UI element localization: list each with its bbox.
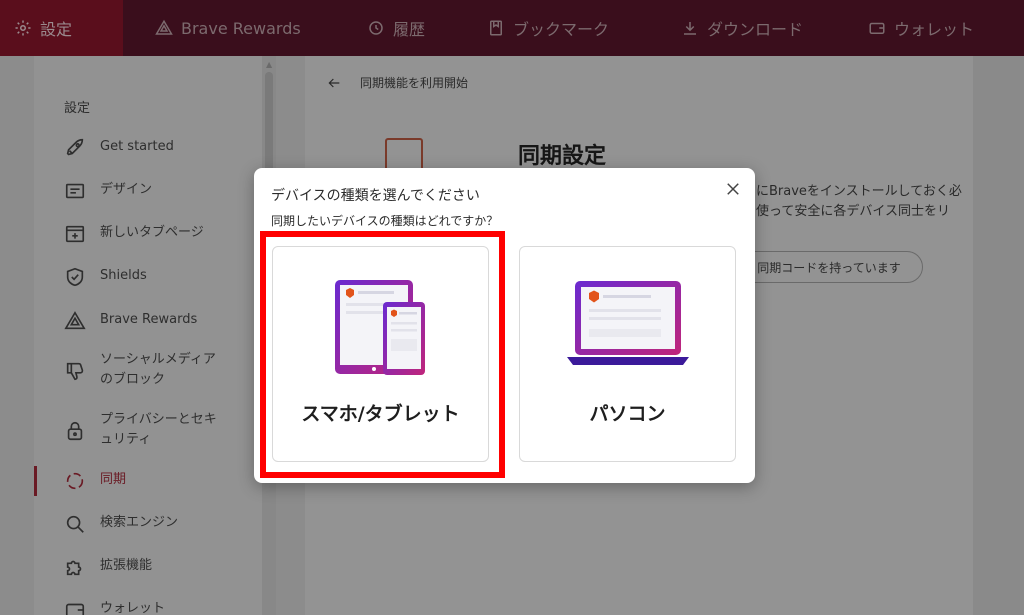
sidebar-title: 設定 bbox=[64, 101, 91, 116]
sync-description-line1: にBraveをインストールしておく必 bbox=[756, 184, 962, 199]
nav-downloads-label: ダウンロード bbox=[707, 20, 804, 39]
sidebar-item-social-blocking[interactable]: ソーシャルメディア のブロック bbox=[64, 350, 254, 390]
have-sync-code-button[interactable]: 同期コードを持っています bbox=[735, 251, 923, 283]
puzzle-icon bbox=[66, 560, 82, 576]
sidebar-item-shields[interactable]: Shields bbox=[64, 266, 254, 288]
back-row-label: 同期機能を利用開始 bbox=[360, 76, 469, 90]
back-arrow-icon[interactable] bbox=[326, 75, 342, 91]
sidebar-item-wallet[interactable]: ウォレット bbox=[64, 599, 254, 615]
thumbs-down-icon bbox=[66, 362, 84, 381]
laptop-icon bbox=[566, 281, 689, 365]
wallet-icon bbox=[869, 22, 885, 34]
gear-icon bbox=[15, 20, 31, 36]
sync-description-line2: 使って安全に各デバイス同士をリ bbox=[756, 204, 950, 219]
highlight-box bbox=[260, 231, 505, 478]
sidebar-item-privacy-security[interactable]: プライバシーとセキ ュリティ bbox=[64, 410, 254, 450]
sidebar-item-label: プライバシーとセキ ュリティ bbox=[100, 412, 217, 447]
sidebar-item-label: ウォレット bbox=[100, 601, 166, 615]
right-margin bbox=[973, 56, 1024, 615]
sidebar-item-label: 同期 bbox=[100, 472, 127, 487]
top-navigation: 設定 Brave Rewards 履歴 ブックマーク ダウンロード ウォレット bbox=[0, 0, 1024, 56]
sidebar-item-get-started[interactable]: Get started bbox=[64, 137, 254, 159]
sidebar-item-label: ソーシャルメディア のブロック bbox=[100, 352, 216, 387]
pc-option[interactable]: パソコン bbox=[519, 246, 736, 462]
download-icon bbox=[684, 22, 696, 35]
page-title: 同期設定 bbox=[518, 144, 607, 169]
sidebar-item-label: Get started bbox=[100, 139, 174, 154]
sidebar-item-sync[interactable]: 同期 bbox=[64, 470, 254, 492]
sidebar-item-label: Shields bbox=[100, 268, 147, 283]
dialog-title: デバイスの種類を選んでください bbox=[271, 188, 480, 204]
nav-history-label: 履歴 bbox=[393, 20, 426, 39]
nav-brave-rewards-label: Brave Rewards bbox=[181, 18, 301, 38]
sidebar-item-label: 拡張機能 bbox=[100, 558, 153, 573]
lock-icon bbox=[67, 421, 83, 441]
sidebar-item-brave-rewards[interactable]: Brave Rewards bbox=[64, 310, 254, 332]
nav-brave-rewards[interactable]: Brave Rewards bbox=[123, 0, 323, 56]
active-indicator bbox=[34, 466, 37, 496]
wallet-icon bbox=[65, 603, 85, 615]
appearance-icon bbox=[65, 183, 85, 199]
search-icon bbox=[66, 515, 84, 533]
sidebar-item-search-engine[interactable]: 検索エンジン bbox=[64, 513, 254, 535]
triangle-icon bbox=[155, 19, 173, 35]
nav-bookmarks[interactable]: ブックマーク bbox=[443, 0, 631, 56]
sidebar-item-new-tab[interactable]: 新しいタブページ bbox=[64, 223, 254, 245]
nav-settings[interactable]: 設定 bbox=[0, 0, 123, 56]
close-icon bbox=[727, 183, 739, 195]
history-icon bbox=[369, 21, 383, 35]
nav-wallet[interactable]: ウォレット bbox=[818, 0, 1024, 56]
back-row: 同期機能を利用開始 bbox=[326, 74, 468, 91]
sync-icon bbox=[66, 472, 84, 490]
sidebar-item-extensions[interactable]: 拡張機能 bbox=[64, 556, 254, 578]
dialog-subtitle: 同期したいデバイスの種類はどれですか？ bbox=[271, 214, 499, 228]
close-button[interactable] bbox=[724, 180, 742, 198]
sidebar-item-label: 検索エンジン bbox=[100, 515, 179, 530]
sidebar-item-label: Brave Rewards bbox=[100, 312, 198, 327]
pc-label: パソコン bbox=[589, 403, 666, 425]
nav-wallet-label: ウォレット bbox=[894, 20, 975, 39]
bookmark-icon bbox=[490, 20, 502, 36]
nav-bookmarks-label: ブックマーク bbox=[513, 20, 610, 39]
nav-history[interactable]: 履歴 bbox=[323, 0, 443, 56]
new-tab-icon bbox=[65, 225, 85, 243]
shield-icon bbox=[66, 267, 84, 287]
sidebar-item-label: 新しいタブページ bbox=[100, 225, 204, 240]
rocket-icon bbox=[66, 138, 84, 156]
rewards-icon bbox=[64, 311, 86, 330]
sidebar-item-design[interactable]: デザイン bbox=[64, 180, 254, 202]
sidebar-item-label: デザイン bbox=[100, 182, 153, 197]
nav-settings-label: 設定 bbox=[40, 20, 73, 39]
nav-downloads[interactable]: ダウンロード bbox=[631, 0, 818, 56]
sync-illustration bbox=[385, 138, 423, 172]
scroll-up-icon[interactable]: ▲ bbox=[266, 60, 272, 69]
